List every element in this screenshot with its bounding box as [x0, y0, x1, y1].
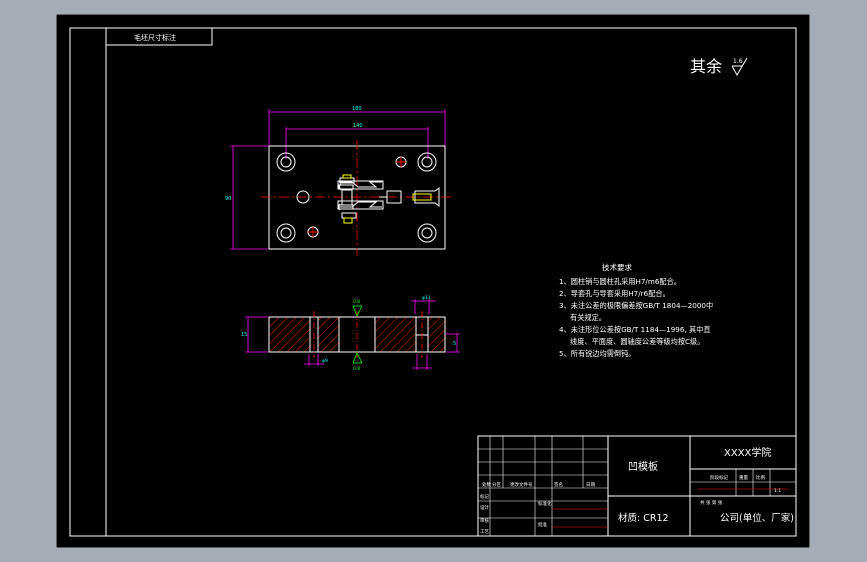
roughness-note-value: 1.6: [733, 58, 743, 65]
tech-item: 1、圆柱销与圆柱孔采用H7/m6配合。: [559, 277, 681, 286]
tb-company: 公司(单位、厂家): [720, 512, 794, 524]
dim-hole-a: φ9: [322, 358, 328, 364]
tech-item: 3、未注公差的极限偏差按GB/T 1804—2000中: [559, 301, 713, 310]
tech-item: 线度、平面度、圆轴度公差等级均按C级。: [570, 337, 704, 346]
tb-row-label: 标记: [480, 493, 489, 500]
tb-weight-label: 重量: [739, 474, 748, 481]
tech-item: 2、导套孔与导套采用H7/r6配合。: [559, 289, 670, 298]
tech-title: 技术要求: [602, 262, 632, 272]
tb-stage-label: 阶段标记: [710, 474, 728, 481]
tb-row-label: 设计: [480, 504, 489, 511]
corner-label: 毛坯尺寸标注: [134, 33, 176, 42]
tb-std-label: 标准化: [538, 500, 552, 507]
roughness-note-prefix: 其余: [690, 57, 722, 76]
dim-overall-length: 180: [352, 106, 362, 112]
tech-item: 5、所有锐边均需倒钝。: [559, 349, 635, 358]
outer-frame: [56, 14, 810, 548]
tb-row-label: 审核: [480, 517, 489, 524]
dim-pocket-depth: 5: [453, 341, 456, 347]
dowel-hole-tr: [395, 156, 407, 168]
tb-col-label: 分区: [492, 481, 501, 488]
dowel-hole-bl: [307, 226, 319, 238]
tb-col-label: 更改文件号: [510, 481, 533, 488]
tb-material: 材质: CR12: [618, 512, 669, 524]
dim-hole-b: φ11: [422, 295, 431, 301]
dim-thickness: 15: [241, 332, 247, 338]
tb-scale-label: 比例: [756, 474, 765, 481]
tb-scale-value: 1:1: [774, 488, 781, 494]
roughness-bottom-value: 0.8: [353, 366, 360, 372]
tb-row-label: 工艺: [480, 529, 489, 535]
dim-hole-spacing: 140: [353, 123, 363, 129]
tb-approve-label: 批准: [538, 521, 547, 528]
dim-width: 90: [225, 196, 231, 202]
tb-part-name: 凹模板: [628, 460, 658, 473]
cad-drawing: 毛坯尺寸标注 其余 1.6 180 140 90 15 5 φ9 φ11 0.8…: [56, 14, 810, 548]
tech-item: 有关规定。: [570, 313, 606, 322]
tb-sheet-label: 共 张 第 张: [700, 499, 723, 506]
roughness-top-value: 0.8: [353, 299, 360, 305]
tb-col-label: 处数: [482, 481, 491, 488]
tb-col-label: 签名: [554, 481, 563, 488]
tech-item: 4、未注形位公差按GB/T 1184—1996, 其中直: [559, 325, 711, 334]
tb-school: XXXX学院: [724, 446, 771, 459]
drawing-sheet: 毛坯尺寸标注 其余 1.6 180 140 90 15 5 φ9 φ11 0.8…: [56, 14, 810, 548]
tb-col-label: 日期: [586, 482, 595, 488]
